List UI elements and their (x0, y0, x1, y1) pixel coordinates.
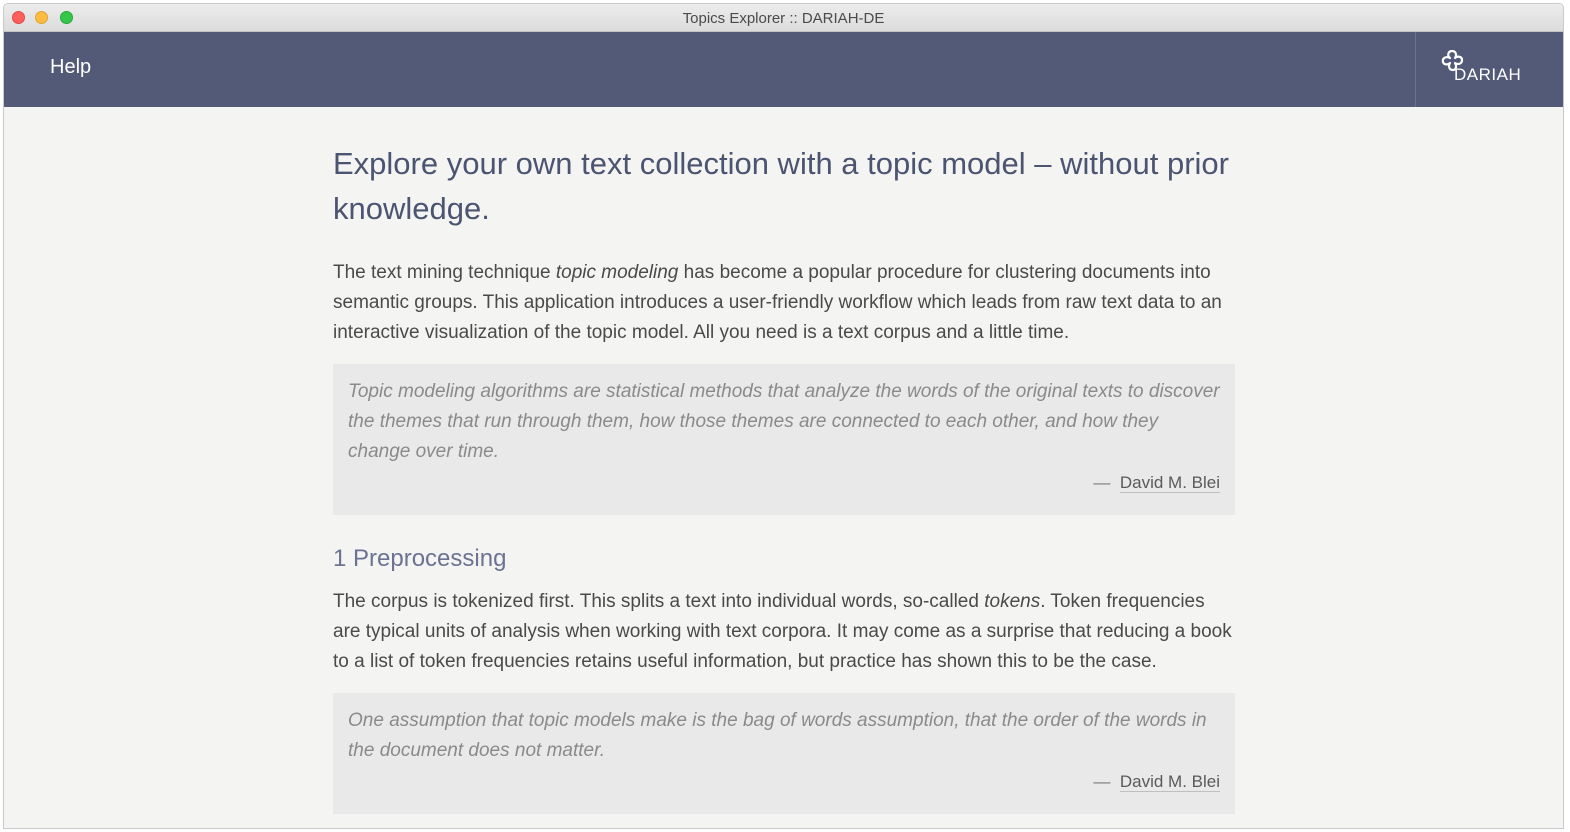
blei-quote-1: Topic modeling algorithms are statistica… (333, 364, 1235, 515)
section-heading-preprocessing: 1 Preprocessing (333, 545, 507, 572)
quote-author-link[interactable]: David M. Blei (1119, 772, 1220, 792)
dariah-logo[interactable]: DARIAH (1436, 48, 1526, 88)
blei-quote-2: One assumption that topic models make is… (333, 693, 1235, 814)
intro-paragraph: The text mining technique topic modeling… (333, 258, 1235, 348)
page-title: Explore your own text collection with a … (333, 146, 1229, 226)
quote-author-link[interactable]: David M. Blei (1119, 473, 1220, 493)
preprocessing-text-part1: The corpus is tokenized first. This spli… (333, 591, 985, 612)
citation-dash: — (1093, 772, 1111, 791)
window-title: Topics Explorer :: DARIAH-DE (682, 10, 885, 27)
navbar-divider (1415, 32, 1416, 107)
intro-text-part1: The text mining technique (333, 262, 556, 283)
main-content: Explore your own text collection with a … (333, 107, 1235, 814)
intro-emphasis: topic modeling (555, 262, 679, 283)
preprocessing-paragraph: The corpus is tokenized first. This spli… (333, 587, 1235, 677)
logo-text: DARIAH (1454, 65, 1522, 84)
navbar: Help DARIAH (4, 32, 1563, 107)
quote-text: One assumption that topic models make is… (348, 710, 1207, 761)
preprocessing-emphasis: tokens (984, 591, 1041, 612)
app-window: Topics Explorer :: DARIAH-DE Help DARIAH… (3, 3, 1564, 829)
citation-dash: — (1093, 473, 1111, 492)
quote-citation: — David M. Blei (348, 768, 1220, 796)
window-titlebar[interactable]: Topics Explorer :: DARIAH-DE (4, 4, 1563, 32)
quote-citation: — David M. Blei (348, 469, 1220, 497)
help-link[interactable]: Help (50, 56, 91, 79)
quote-text: Topic modeling algorithms are statistica… (348, 381, 1220, 462)
